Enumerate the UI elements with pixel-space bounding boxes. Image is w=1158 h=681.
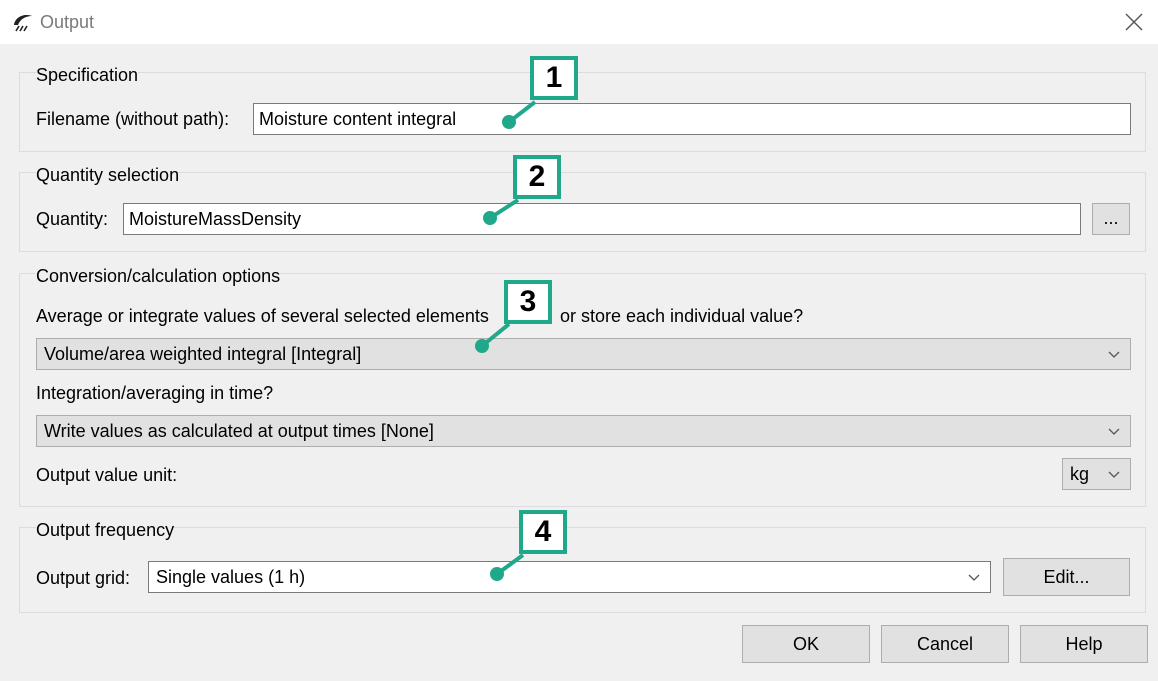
help-button[interactable]: Help — [1020, 625, 1148, 663]
quantity-input[interactable]: MoistureMassDensity — [123, 203, 1081, 235]
ok-button[interactable]: OK — [742, 625, 870, 663]
close-icon[interactable] — [1122, 10, 1146, 34]
app-logo-icon — [14, 15, 32, 32]
unit-label: Output value unit: — [36, 465, 178, 485]
quantity-label: Quantity: — [36, 209, 109, 229]
conversion-title: Conversion/calculation options — [36, 266, 281, 287]
time-question-label: Integration/averaging in time? — [36, 383, 274, 403]
output-grid-value: Single values (1 h) — [156, 567, 306, 587]
callout-1: 1 — [530, 56, 578, 100]
quantity-title: Quantity selection — [36, 165, 180, 186]
specification-title: Specification — [36, 65, 139, 86]
callout-3: 3 — [504, 280, 552, 324]
cancel-button[interactable]: Cancel — [881, 625, 1009, 663]
average-mode-value: Volume/area weighted integral [Integral] — [44, 344, 362, 364]
average-question-label: Average or integrate values of several s… — [36, 306, 489, 326]
filename-label: Filename (without path): — [36, 109, 230, 129]
average-mode-select[interactable]: Volume/area weighted integral [Integral] — [36, 338, 1131, 370]
callout-4: 4 — [519, 510, 567, 554]
output-grid-select[interactable]: Single values (1 h) — [148, 561, 991, 593]
title-bar: Output — [0, 0, 1158, 44]
frequency-title: Output frequency — [36, 520, 175, 541]
chevron-down-icon — [1108, 471, 1120, 478]
chevron-down-icon — [1108, 351, 1120, 358]
quantity-browse-button[interactable]: ... — [1092, 203, 1130, 235]
edit-grid-button[interactable]: Edit... — [1003, 558, 1130, 596]
window-title: Output — [40, 12, 95, 32]
time-mode-value: Write values as calculated at output tim… — [44, 421, 434, 441]
output-grid-label: Output grid: — [36, 568, 131, 588]
unit-value: kg — [1070, 464, 1090, 484]
chevron-down-icon — [968, 574, 980, 581]
callout-2: 2 — [513, 155, 561, 199]
unit-select[interactable]: kg — [1062, 458, 1131, 490]
average-question-label-end: or store each individual value? — [560, 306, 804, 326]
chevron-down-icon — [1108, 428, 1120, 435]
time-mode-select[interactable]: Write values as calculated at output tim… — [36, 415, 1131, 447]
filename-input[interactable]: Moisture content integral — [253, 103, 1131, 135]
